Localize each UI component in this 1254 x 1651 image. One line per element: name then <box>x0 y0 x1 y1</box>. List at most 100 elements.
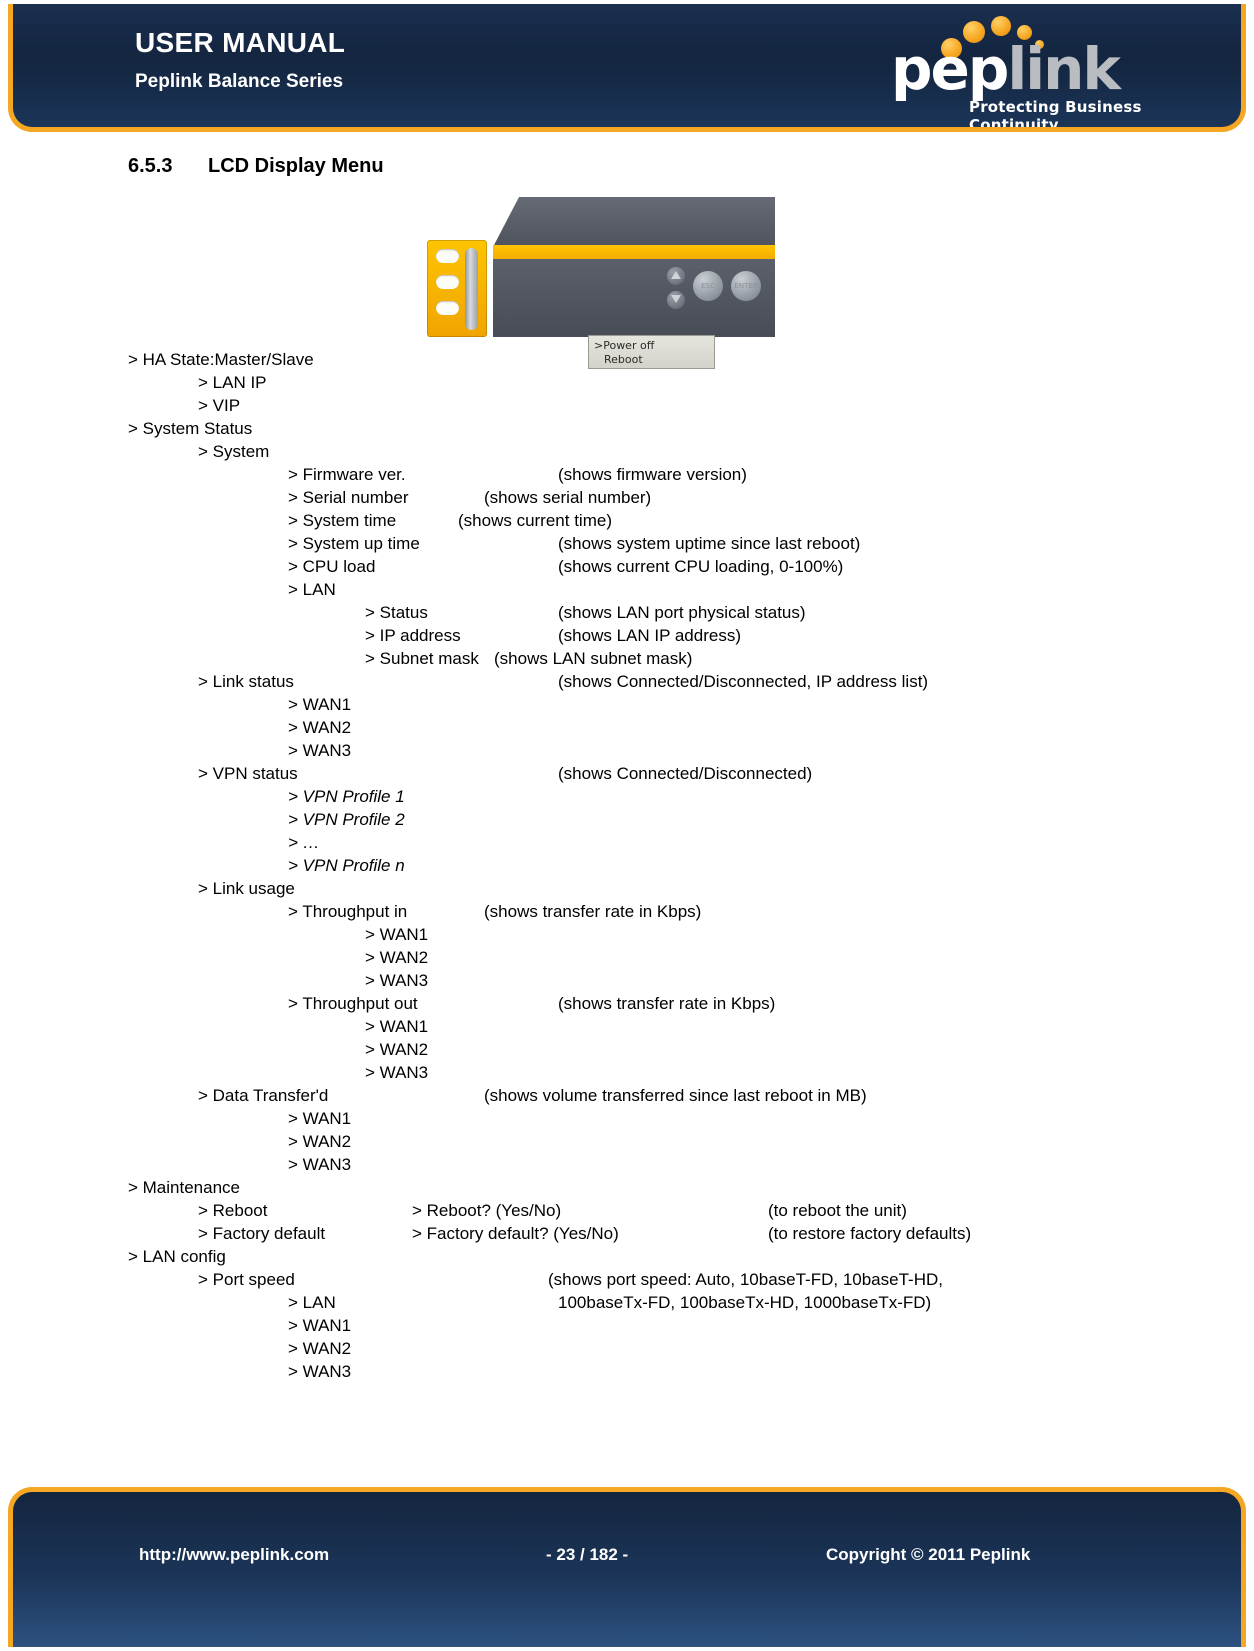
menu-tree-row: > WAN1 <box>0 1107 1254 1130</box>
menu-tree-note: (shows LAN port physical status) <box>558 603 806 622</box>
menu-tree-label: > System <box>198 442 270 461</box>
menu-tree-label: > Firmware ver. <box>288 465 406 484</box>
logo-tagline: Protecting Business Continuity <box>969 98 1142 132</box>
menu-tree-label: > HA State:Master/Slave <box>128 350 314 369</box>
menu-tree-row: > Firmware ver. (shows firmware version) <box>0 463 1254 486</box>
menu-tree-label: > Port speed <box>198 1270 295 1289</box>
rack-ear-hole-2-icon <box>436 275 459 289</box>
menu-tree-label: > Throughput in <box>288 902 408 921</box>
menu-tree-row: > WAN3 <box>0 969 1254 992</box>
menu-tree-row: > WAN1 <box>0 693 1254 716</box>
menu-tree-note: 100baseTx-FD, 100baseTx-HD, 1000baseTx-F… <box>558 1293 932 1312</box>
menu-tree-row: > CPU load (shows current CPU loading, 0-… <box>0 555 1254 578</box>
menu-tree-row: > … <box>0 831 1254 854</box>
menu-tree-row: > Link status (shows Connected/Disconnect… <box>0 670 1254 693</box>
menu-tree-label: > VPN Profile 1 <box>288 787 405 806</box>
menu-tree-row: > Reboot > Reboot? (Yes/No) (to reboot the… <box>0 1199 1254 1222</box>
menu-tree-row: > WAN3 <box>0 739 1254 762</box>
menu-tree-row: > Throughput in (shows transfer rate in K… <box>0 900 1254 923</box>
page-title: USER MANUAL <box>135 27 346 58</box>
chevron-down-icon <box>671 295 681 303</box>
menu-tree-row: > Link usage <box>0 877 1254 900</box>
menu-tree-note: (shows transfer rate in Kbps) <box>558 994 776 1013</box>
menu-tree-row: > System <box>0 440 1254 463</box>
menu-tree-label: > Subnet mask <box>365 649 479 668</box>
menu-tree-label: > WAN1 <box>288 1316 352 1335</box>
menu-tree-note: (shows LAN subnet mask) <box>494 649 693 668</box>
menu-tree-row: > Factory default > Factory default? (Yes… <box>0 1222 1254 1245</box>
menu-tree-row: > Data Transfer'd (shows volume transferr… <box>0 1084 1254 1107</box>
menu-tree-label: > WAN3 <box>288 1362 352 1381</box>
menu-tree-note-secondary: (to reboot the unit) <box>768 1201 907 1220</box>
menu-tree-note-secondary: (to restore factory defaults) <box>768 1224 972 1243</box>
device-status-bar-icon <box>465 248 478 330</box>
menu-tree-note: (shows current time) <box>458 511 612 530</box>
menu-tree-label: > VPN status <box>198 764 298 783</box>
menu-tree-note: (shows transfer rate in Kbps) <box>484 902 702 921</box>
menu-tree-row: > WAN2 <box>0 1130 1254 1153</box>
menu-tree-row: > WAN2 <box>0 716 1254 739</box>
menu-tree-row: > LAN 100baseTx-FD, 100baseTx-HD, 1000bas… <box>0 1291 1254 1314</box>
footer-website-link[interactable]: http://www.peplink.com <box>139 1542 329 1568</box>
device-down-arrow-button <box>667 291 685 309</box>
page-footer: http://www.peplink.com - 23 / 182 - Copy… <box>8 1487 1246 1647</box>
header-titles: USER MANUAL Peplink Balance Series <box>135 26 345 95</box>
footer-row: http://www.peplink.com - 23 / 182 - Copy… <box>13 1542 1241 1568</box>
menu-tree-row: > VPN Profile 2 <box>0 808 1254 831</box>
menu-tree-label: > System Status <box>128 419 253 438</box>
device-up-arrow-button <box>667 267 685 285</box>
rack-ear-hole-3-icon <box>436 301 459 315</box>
device-top-bevel <box>493 197 775 247</box>
lcd-menu-tree: > HA State:Master/Slave > LAN IP > VIP > Sy… <box>0 348 1254 1383</box>
menu-tree-row: > WAN1 <box>0 1314 1254 1337</box>
menu-tree-label: > WAN3 <box>288 1155 352 1174</box>
menu-tree-label: > VIP <box>198 396 241 415</box>
menu-tree-row: > WAN3 <box>0 1360 1254 1383</box>
footer-copyright: Copyright © 2011 Peplink <box>826 1545 1031 1564</box>
menu-tree-note: (shows firmware version) <box>558 465 747 484</box>
section-title: LCD Display Menu <box>208 155 384 177</box>
menu-tree-row: > WAN1 <box>0 1015 1254 1038</box>
device-rack-ear <box>427 240 487 337</box>
rack-ear-hole-1-icon <box>436 249 459 263</box>
menu-tree-label: > WAN1 <box>288 695 352 714</box>
menu-tree-row: > VPN Profile 1 <box>0 785 1254 808</box>
menu-tree-row: > VIP <box>0 394 1254 417</box>
menu-tree-row: > VPN Profile n <box>0 854 1254 877</box>
section-number: 6.5.3 <box>128 155 173 177</box>
menu-tree-row: > WAN2 <box>0 1337 1254 1360</box>
menu-tree-row: > Port speed (shows port speed: Auto, 10b… <box>0 1268 1254 1291</box>
logo-word-pep: pep <box>891 35 1009 103</box>
menu-tree-note: (shows system uptime since last reboot) <box>558 534 861 553</box>
device-enter-button: ENTER <box>731 271 761 301</box>
menu-tree-note: (shows port speed: Auto, 10baseT-FD, 10b… <box>548 1270 943 1289</box>
logo-word-link: link <box>1007 35 1121 103</box>
menu-tree-row: > Maintenance <box>0 1176 1254 1199</box>
menu-tree-row: > System up time (shows system uptime sin… <box>0 532 1254 555</box>
menu-tree-label: > WAN1 <box>365 1017 429 1036</box>
menu-tree-row: > WAN2 <box>0 1038 1254 1061</box>
menu-tree-label: > WAN2 <box>288 1132 352 1151</box>
menu-tree-note: (shows Connected/Disconnected, IP addres… <box>558 672 929 691</box>
device-front-face: >Power off Reboot <box>493 259 775 369</box>
menu-tree-row: > Throughput out (shows transfer rate in … <box>0 992 1254 1015</box>
menu-tree-row: > System time (shows current time) <box>0 509 1254 532</box>
menu-tree-label: > Status <box>365 603 428 622</box>
menu-tree-row: > WAN1 <box>0 923 1254 946</box>
device-esc-button: ESC <box>693 271 723 301</box>
menu-tree-label: > System up time <box>288 534 420 553</box>
menu-tree-label: > VPN Profile n <box>288 856 405 875</box>
menu-tree-note: (shows current CPU loading, 0-100%) <box>558 557 844 576</box>
menu-tree-row: > LAN <box>0 578 1254 601</box>
menu-tree-row: > IP address (shows LAN IP address) <box>0 624 1254 647</box>
menu-tree-note: (shows volume transferred since last reb… <box>484 1086 867 1105</box>
menu-tree-label: > Reboot <box>198 1201 268 1220</box>
menu-tree-label: > System time <box>288 511 397 530</box>
menu-tree-label: > WAN1 <box>365 925 429 944</box>
menu-tree-row: > Serial number (shows serial number) <box>0 486 1254 509</box>
menu-tree-label: > Link usage <box>198 879 295 898</box>
menu-tree-row: > HA State:Master/Slave <box>0 348 1254 371</box>
menu-tree-note: > Factory default? (Yes/No) <box>412 1224 619 1243</box>
menu-tree-row: > WAN2 <box>0 946 1254 969</box>
section-heading: 6.5.3 LCD Display Menu <box>128 155 384 178</box>
